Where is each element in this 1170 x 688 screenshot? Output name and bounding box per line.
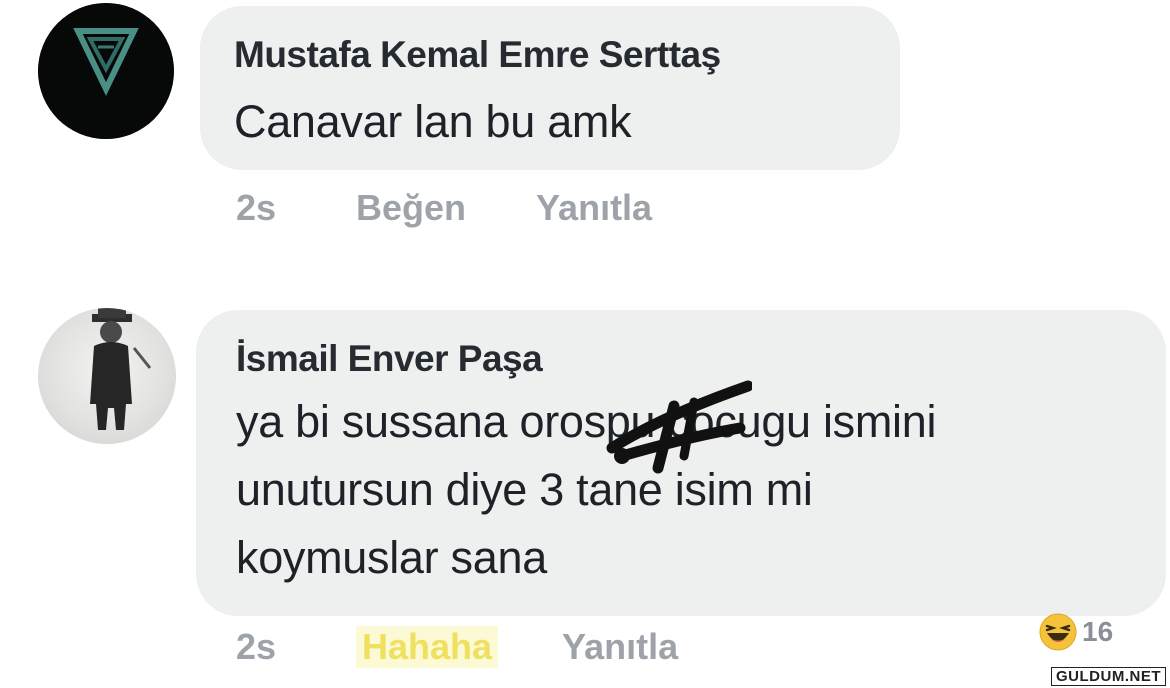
avatar[interactable] [38,308,176,444]
reply-button[interactable]: Yanıtla [536,187,652,229]
comment-text-line: Canavar lan bu amk [234,96,632,147]
comment-author[interactable]: İsmail Enver Paşa [236,338,543,380]
reaction-count: 16 [1082,616,1114,647]
haha-emoji-icon [1039,613,1077,651]
comment-bubble: İsmail Enver Paşa ya bi sussana orospu c… [196,310,1166,616]
watermark: GULDUM.NET [1051,667,1166,686]
comment-text: ya bi sussana orospu cocugu ismini unutu… [236,388,936,592]
like-button[interactable]: Beğen [356,187,466,229]
reaction-summary[interactable]: 16 [1038,612,1113,652]
comment-text-line: ya bi sussana orospu cocugu ismini [236,396,937,447]
comment-text-line: unutursun diye 3 tane isim mi [236,464,813,515]
avatar[interactable] [38,3,174,139]
comment: İsmail Enver Paşa ya bi sussana orospu c… [0,290,1170,688]
haha-reaction-button[interactable]: Hahaha [356,626,499,668]
comment-actions: 2s Hahaha Yanıtla [236,626,748,668]
reply-button[interactable]: Yanıtla [562,626,678,668]
comment-author[interactable]: Mustafa Kemal Emre Serttaş [234,34,721,76]
triangle-logo-icon [38,3,174,139]
comment-text-line: koymuslar sana [236,532,547,583]
comments-feed: Mustafa Kemal Emre Serttaş Canavar lan b… [0,0,1170,688]
comment-actions: 2s Beğen Yanıtla [236,187,722,229]
comment-time[interactable]: 2s [236,187,356,229]
comment-text: Canavar lan bu amk [234,88,632,156]
comment: Mustafa Kemal Emre Serttaş Canavar lan b… [0,0,1170,290]
person-photo-icon [90,308,152,430]
comment-bubble: Mustafa Kemal Emre Serttaş Canavar lan b… [200,6,900,170]
comment-time[interactable]: 2s [236,626,356,668]
